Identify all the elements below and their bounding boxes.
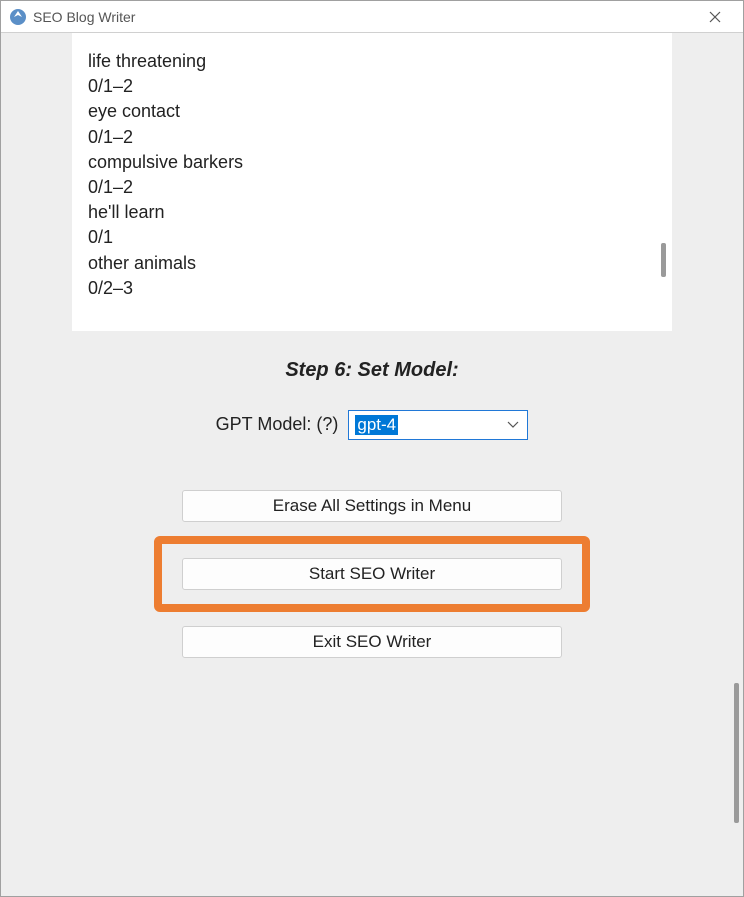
titlebar: SEO Blog Writer [1,1,743,33]
keyword-line: 0/1–2 [88,125,656,150]
keyword-text-content: life threatening0/1–2eye contact0/1–2com… [88,49,656,301]
model-row: GPT Model: (?) gpt-4 [216,410,529,440]
keyword-line: compulsive barkers [88,150,656,175]
model-label: GPT Model: (?) [216,414,339,435]
erase-settings-button[interactable]: Erase All Settings in Menu [182,490,562,522]
start-highlight-box: Start SEO Writer [154,536,590,612]
keyword-text-panel[interactable]: life threatening0/1–2eye contact0/1–2com… [72,33,672,331]
model-dropdown-value: gpt-4 [355,415,398,435]
start-seo-writer-label: Start SEO Writer [309,564,435,584]
close-button[interactable] [695,1,735,33]
exit-seo-writer-button[interactable]: Exit SEO Writer [182,626,562,658]
exit-seo-writer-label: Exit SEO Writer [313,632,432,652]
keyword-line: eye contact [88,99,656,124]
content-area: life threatening0/1–2eye contact0/1–2com… [1,33,743,896]
chevron-down-icon [507,416,519,434]
panel-scrollbar-thumb[interactable] [661,243,666,277]
button-stack: Erase All Settings in Menu Start SEO Wri… [154,490,590,658]
start-seo-writer-button[interactable]: Start SEO Writer [182,558,562,590]
model-dropdown[interactable]: gpt-4 [348,410,528,440]
keyword-line: other animals [88,251,656,276]
window-title: SEO Blog Writer [33,9,695,25]
step-heading: Step 6: Set Model: [285,359,458,382]
content-scrollbar-thumb[interactable] [734,683,739,823]
keyword-line: life threatening [88,49,656,74]
app-window: SEO Blog Writer life threatening0/1–2eye… [0,0,744,897]
keyword-line: 0/1–2 [88,74,656,99]
keyword-line: 0/1 [88,225,656,250]
app-icon [9,8,27,26]
keyword-line: 0/2–3 [88,276,656,301]
close-icon [709,11,721,23]
keyword-line: he'll learn [88,200,656,225]
keyword-line: 0/1–2 [88,175,656,200]
erase-settings-label: Erase All Settings in Menu [273,496,471,516]
